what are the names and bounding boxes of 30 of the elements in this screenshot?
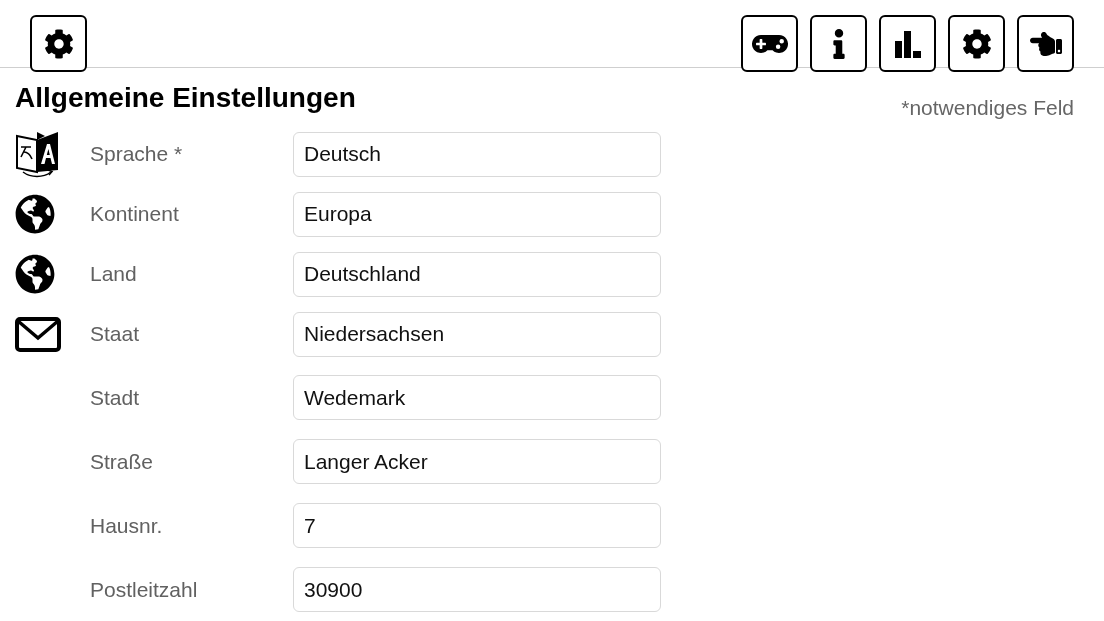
input-field[interactable]: Deutsch — [293, 131, 661, 177]
pointing-hand-button[interactable] — [1017, 15, 1074, 72]
input-field[interactable]: Europa — [293, 191, 661, 237]
input-field[interactable]: Deutschland — [293, 251, 661, 297]
input-field[interactable]: Wedemark — [293, 375, 661, 420]
field-label: Kontinent — [90, 201, 180, 227]
settings-button[interactable] — [948, 15, 1005, 72]
field-label: Sprache * — [90, 141, 184, 167]
input-field[interactable]: Niedersachsen — [293, 311, 661, 357]
bar-chart-button[interactable] — [879, 15, 936, 72]
field-label: Straße — [90, 448, 155, 475]
page-title: Allgemeine Einstellungen — [15, 82, 356, 114]
input-field[interactable]: 30900 — [293, 567, 661, 612]
field-label: Stadt — [90, 384, 141, 411]
translate-icon — [15, 130, 60, 178]
settings-icon — [961, 28, 992, 59]
field-label: Hausnr. — [90, 512, 164, 539]
input-field[interactable]: Langer Acker — [293, 439, 661, 484]
settings-button[interactable] — [30, 15, 87, 72]
input-field[interactable]: 7 — [293, 503, 661, 548]
settings-icon — [43, 28, 74, 59]
required-note: *notwendiges Feld — [901, 95, 1074, 120]
globe-icon — [15, 254, 55, 294]
bar-chart-icon — [892, 28, 923, 59]
field-label: Land — [90, 261, 138, 287]
field-label: Postleitzahl — [90, 576, 199, 603]
envelope-icon — [15, 316, 61, 352]
info-button[interactable] — [810, 15, 867, 72]
globe-icon — [15, 194, 55, 234]
field-label: Staat — [90, 321, 141, 347]
